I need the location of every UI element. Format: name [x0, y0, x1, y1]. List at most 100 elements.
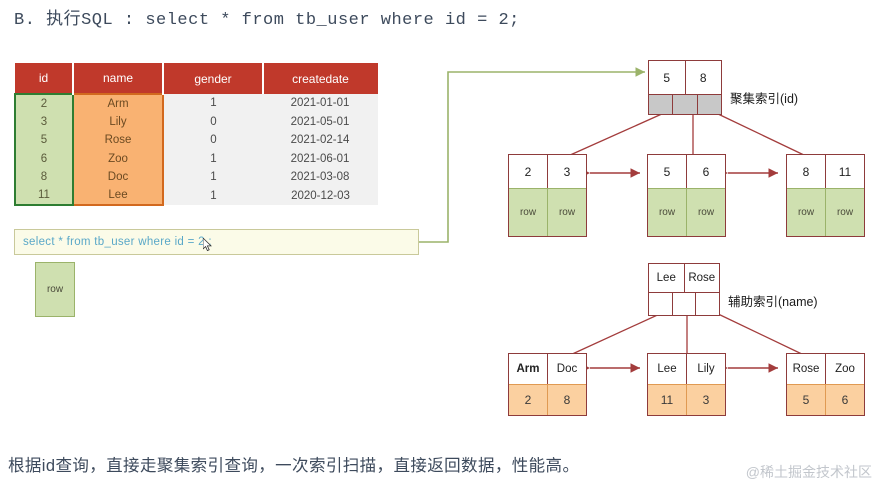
secondary-leaf-node: Lee Lily 11 3: [647, 353, 726, 416]
cell-createdate: 2021-02-14: [263, 131, 378, 150]
secondary-leaf-keys: Lee Lily: [648, 354, 725, 384]
column-header-name: name: [73, 63, 164, 94]
table-header-row: id name gender createdate: [15, 63, 378, 94]
clustered-leaf-node: 8 11 row row: [786, 154, 865, 237]
secondary-leaf-key: Lily: [697, 363, 715, 375]
clustered-leaf-keys: 5 6: [648, 155, 725, 188]
clustered-leaf-key: 2: [509, 155, 548, 188]
secondary-root-pointers: [649, 292, 720, 315]
cell-name: Zoo: [73, 149, 164, 168]
secondary-root-node: Lee Rose: [648, 263, 720, 316]
clustered-leaf-keys: 8 11: [787, 155, 864, 188]
cell-createdate: 2021-03-08: [263, 168, 378, 187]
clustered-leaf-node: 5 6 row row: [647, 154, 726, 237]
table-row: 5 Rose 0 2021-02-14: [14, 131, 378, 150]
secondary-leaf-key: Rose: [787, 354, 826, 384]
cell-createdate: 2021-05-01: [263, 112, 378, 131]
table-row: 8 Doc 1 2021-03-08: [14, 168, 378, 187]
secondary-leaf-key: Lee: [648, 354, 687, 384]
cell-name: Arm: [73, 93, 164, 113]
pk-cell: 11: [648, 385, 687, 415]
pk-cell: 6: [826, 385, 864, 415]
table-row: 2 Arm 1 2021-01-01: [14, 93, 378, 113]
clustered-index-label: 聚集索引(id): [730, 92, 799, 106]
row-cell: row: [509, 189, 548, 236]
pointer-cell: [696, 293, 720, 315]
row-cell: row: [826, 189, 864, 236]
cell-name: Lily: [73, 112, 164, 131]
cell-name: Rose: [73, 131, 164, 150]
secondary-leaf-node: Rose Zoo 5 6: [786, 353, 865, 416]
clustered-leaf-rows: row row: [648, 188, 725, 236]
secondary-root-key: Lee: [649, 264, 685, 292]
secondary-leaf-ids: 2 8: [509, 384, 586, 415]
row-cell: row: [687, 189, 725, 236]
returned-row-box: row: [35, 262, 75, 317]
sql-input[interactable]: select * from tb_user where id = 2 ;: [14, 229, 419, 255]
pk-cell: 2: [509, 385, 548, 415]
watermark-text: @稀土掘金技术社区: [745, 464, 872, 480]
table-row: 3 Lily 0 2021-05-01: [14, 112, 378, 131]
cell-id: 3: [14, 112, 74, 131]
clustered-leaf-rows: row row: [509, 188, 586, 236]
clustered-leaf-rows: row row: [787, 188, 864, 236]
column-header-createdate: createdate: [263, 63, 378, 94]
clustered-leaf-key: 5: [648, 155, 687, 188]
pointer-cell: [672, 293, 697, 315]
table-row: 6 Zoo 1 2021-06-01: [14, 149, 378, 168]
pointer-cell: [673, 95, 698, 114]
clustered-leaf-key: 3: [563, 164, 571, 179]
pointer-cell: [697, 95, 721, 114]
table-row: 11 Lee 1 2020-12-03: [14, 186, 378, 206]
secondary-leaf-keys: Arm Doc: [509, 354, 586, 384]
pk-cell: 8: [548, 385, 586, 415]
secondary-leaf-ids: 5 6: [787, 384, 864, 415]
secondary-leaf-key: Arm: [509, 354, 548, 384]
secondary-leaf-keys: Rose Zoo: [787, 354, 864, 384]
cell-gender: 1: [163, 168, 263, 187]
cell-createdate: 2021-01-01: [263, 94, 378, 113]
clustered-leaf-keys: 2 3: [509, 155, 586, 188]
cell-id: 11: [14, 186, 74, 206]
column-header-gender: gender: [163, 63, 264, 94]
cell-gender: 0: [163, 112, 263, 131]
secondary-leaf-node: Arm Doc 2 8: [508, 353, 587, 416]
cell-name: Lee: [73, 186, 164, 206]
secondary-root-keys: Lee Rose: [649, 264, 719, 292]
clustered-leaf-node: 2 3 row row: [508, 154, 587, 237]
clustered-root-key: 5: [649, 61, 686, 94]
sql-input-text: select * from tb_user where id = 2 ;: [23, 236, 212, 248]
secondary-root-key: Rose: [688, 272, 716, 284]
clustered-root-key: 8: [699, 70, 707, 85]
cell-gender: 1: [163, 186, 263, 205]
secondary-index-label: 辅助索引(name): [728, 295, 818, 309]
cell-createdate: 2020-12-03: [263, 186, 378, 205]
secondary-leaf-ids: 11 3: [648, 384, 725, 415]
cell-id: 6: [14, 149, 74, 168]
pointer-cell: [649, 95, 674, 114]
clustered-root-pointers: [649, 94, 721, 114]
cell-id: 5: [14, 131, 74, 150]
secondary-leaf-key: Zoo: [835, 363, 855, 375]
cell-gender: 0: [163, 131, 263, 150]
clustered-leaf-key: 11: [838, 164, 852, 179]
pk-cell: 3: [687, 385, 725, 415]
caption-text: 根据id查询，直接走聚集索引查询，一次索引扫描，直接返回数据，性能高。: [8, 457, 580, 475]
row-cell: row: [787, 189, 826, 236]
cell-gender: 1: [163, 94, 263, 113]
cell-gender: 1: [163, 149, 263, 168]
cell-name: Doc: [73, 168, 164, 187]
clustered-leaf-key: 8: [787, 155, 826, 188]
result-table: id name gender createdate 2 Arm 1 2021-0…: [14, 63, 379, 206]
returned-row-label: row: [46, 284, 64, 295]
clustered-leaf-key: 6: [702, 164, 710, 179]
cell-id: 2: [14, 93, 74, 113]
pk-cell: 5: [787, 385, 826, 415]
column-header-id: id: [15, 63, 74, 94]
clustered-root-node: 5 8: [648, 60, 722, 115]
row-cell: row: [648, 189, 687, 236]
cell-id: 8: [14, 168, 74, 187]
clustered-root-keys: 5 8: [649, 61, 721, 94]
cell-createdate: 2021-06-01: [263, 149, 378, 168]
page-title: B. 执行SQL : select * from tb_user where i…: [14, 11, 520, 30]
